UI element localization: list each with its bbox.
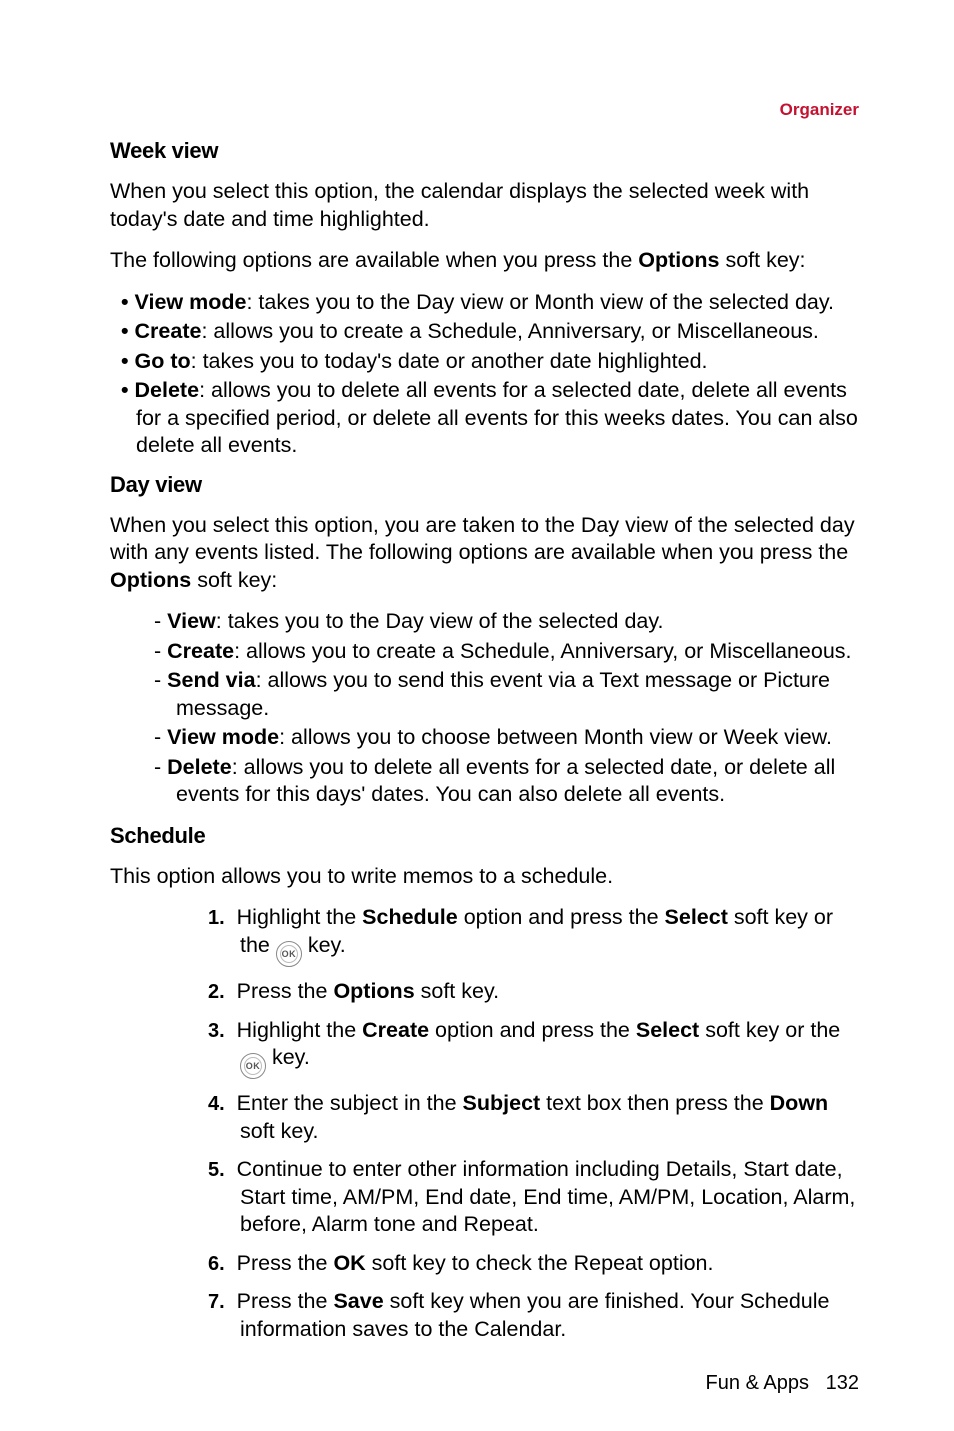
week-view-para-2: The following options are available when… [110, 247, 859, 275]
list-item: View: takes you to the Day view of the s… [146, 608, 859, 636]
day-view-para: When you select this option, you are tak… [110, 512, 859, 595]
week-view-options-list: View mode: takes you to the Day view or … [110, 289, 859, 460]
footer-section: Fun & Apps [706, 1372, 809, 1394]
list-item: 6. Press the OK soft key to check the Re… [208, 1250, 859, 1278]
list-item: 4. Enter the subject in the Subject text… [208, 1090, 859, 1145]
list-item: 2. Press the Options soft key. [208, 978, 859, 1006]
list-item: 5. Continue to enter other information i… [208, 1156, 859, 1239]
list-item: Go to: takes you to today's date or anot… [110, 348, 859, 376]
list-item: 7. Press the Save soft key when you are … [208, 1288, 859, 1343]
schedule-para: This option allows you to write memos to… [110, 863, 859, 891]
week-view-para-1: When you select this option, the calenda… [110, 178, 859, 233]
ok-key-icon: OK [276, 941, 302, 967]
list-item: View mode: takes you to the Day view or … [110, 289, 859, 317]
page-footer: Fun & Apps 132 [706, 1372, 859, 1395]
day-view-heading: Day view [110, 472, 859, 498]
day-view-options-list: View: takes you to the Day view of the s… [146, 608, 859, 809]
list-item: Create: allows you to create a Schedule,… [146, 638, 859, 666]
list-item: Create: allows you to create a Schedule,… [110, 318, 859, 346]
list-item: 1. Highlight the Schedule option and pre… [208, 904, 859, 967]
list-item: Delete: allows you to delete all events … [110, 377, 859, 460]
list-item: View mode: allows you to choose between … [146, 724, 859, 752]
week-view-heading: Week view [110, 138, 859, 164]
list-item: Delete: allows you to delete all events … [146, 754, 859, 809]
page-number: 132 [826, 1372, 859, 1394]
list-item: 3. Highlight the Create option and press… [208, 1017, 859, 1080]
ok-key-icon: OK [240, 1053, 266, 1079]
page-section-header: Organizer [110, 100, 859, 120]
schedule-steps: 1. Highlight the Schedule option and pre… [208, 904, 859, 1343]
schedule-heading: Schedule [110, 823, 859, 849]
list-item: Send via: allows you to send this event … [146, 667, 859, 722]
